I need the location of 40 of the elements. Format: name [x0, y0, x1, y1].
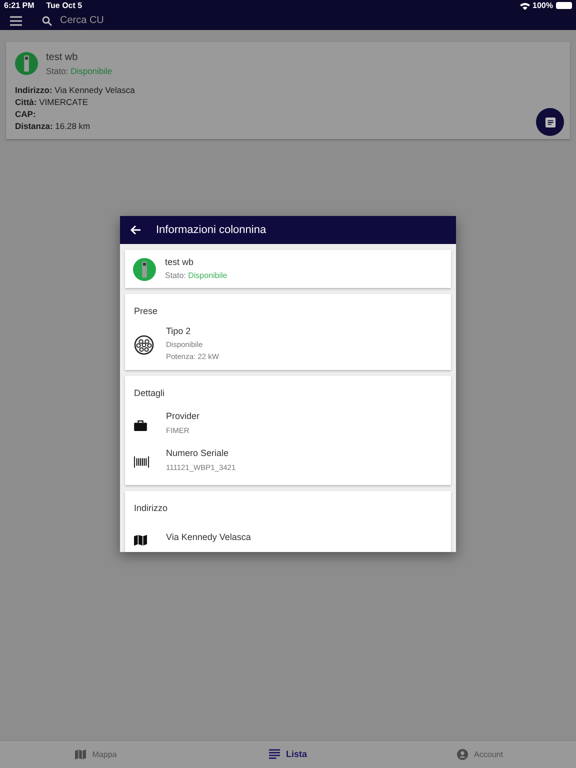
map-icon: [75, 749, 86, 760]
station-name: test wb: [165, 256, 195, 269]
list-icon: [268, 749, 280, 760]
charging-station-icon: [15, 52, 38, 76]
document-icon: [544, 116, 556, 128]
barcode-icon: [134, 456, 149, 468]
section-title: Indirizzo: [133, 502, 169, 514]
status-time: 6:21 PM: [4, 0, 34, 12]
station-card[interactable]: test wb Stato: Disponibile Indirizzo: Via Kennedy Velasca Città: VIMERCATE CAP: Distanza: 16.28 km: [6, 42, 570, 139]
dialog-title: Informazioni colonnina: [156, 222, 266, 238]
station-field: Indirizzo: Via Kennedy Velasca: [15, 84, 135, 96]
menu-icon[interactable]: [10, 16, 22, 26]
plug-icon: [134, 335, 154, 356]
station-field: Distanza: 16.28 km: [15, 120, 90, 132]
item-title: Via Kennedy Velasca: [166, 530, 251, 544]
item-title: Tipo 2: [166, 324, 192, 338]
section-title: Dettagli: [133, 387, 166, 400]
back-arrow-icon[interactable]: [130, 225, 141, 235]
station-name: test wb: [46, 51, 79, 65]
nav-tab[interactable]: Lista: [192, 741, 384, 768]
search-field[interactable]: Cerca CU: [60, 13, 260, 28]
station-status: Stato: Disponibile: [165, 270, 228, 282]
station-field: CAP:: [15, 108, 36, 120]
station-field: Città: VIMERCATE: [15, 96, 88, 108]
wifi-icon: [520, 2, 530, 10]
battery-percent: 100%: [532, 0, 553, 12]
details-button[interactable]: [536, 108, 564, 136]
nav-tab[interactable]: Account: [384, 741, 576, 768]
station-status: Stato: Disponibile: [46, 65, 112, 78]
briefcase-icon: [134, 420, 147, 430]
charging-station-icon: [133, 258, 156, 280]
status-date: Tue Oct 5: [46, 0, 82, 12]
account-circle-icon: [457, 749, 468, 760]
map-icon: [134, 534, 147, 546]
item-title: Provider: [166, 410, 200, 424]
nav-tab[interactable]: Mappa: [0, 741, 192, 768]
section-title: Prese: [133, 305, 159, 318]
search-icon: [42, 16, 52, 26]
item-title: Numero Seriale: [166, 447, 230, 460]
battery-icon: [556, 2, 572, 9]
